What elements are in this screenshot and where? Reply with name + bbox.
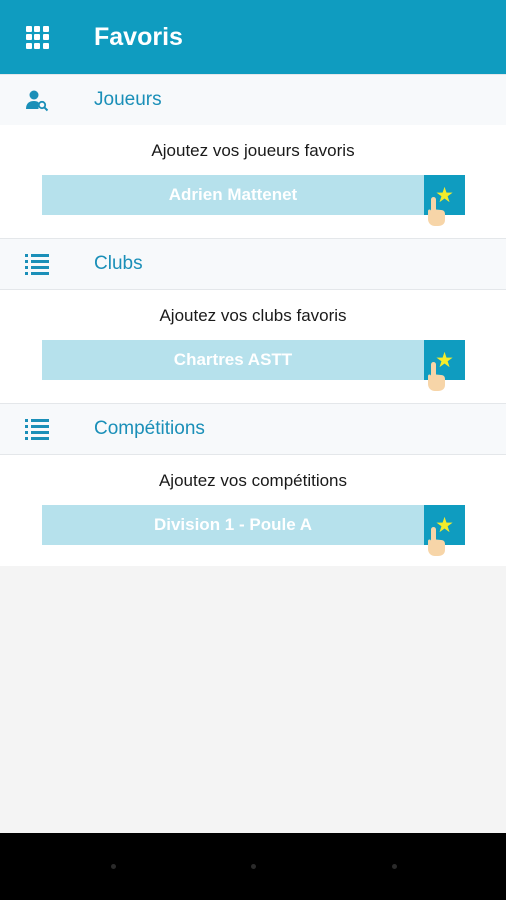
section-body-competitions: Ajoutez vos compétitions Division 1 - Po… <box>0 455 506 568</box>
section-subtitle: Ajoutez vos joueurs favoris <box>151 141 355 160</box>
recents-button[interactable] <box>392 864 397 869</box>
empty-area <box>0 566 506 833</box>
pointing-hand-icon <box>428 362 445 391</box>
favorite-example-name: Chartres ASTT <box>173 350 293 369</box>
home-button[interactable] <box>251 864 256 869</box>
section-subtitle: Ajoutez vos clubs favoris <box>159 306 347 325</box>
section-title: Joueurs <box>94 89 162 110</box>
section-header-joueurs[interactable]: Joueurs <box>0 74 506 126</box>
system-nav-bar <box>0 833 506 900</box>
section-title: Clubs <box>94 253 143 274</box>
favorite-example-bar[interactable]: Adrien Mattenet <box>42 175 424 215</box>
list-icon <box>0 403 74 455</box>
section-body-clubs: Ajoutez vos clubs favoris Chartres ASTT … <box>0 290 506 403</box>
favorite-example-bar[interactable]: Division 1 - Poule A <box>42 505 424 545</box>
favorite-example-name: Division 1 - Poule A <box>153 515 313 534</box>
section-title: Compétitions <box>94 418 205 439</box>
section-header-clubs[interactable]: Clubs <box>0 238 506 290</box>
page-title: Favoris <box>94 22 183 51</box>
pointing-hand-icon <box>428 197 445 226</box>
section-header-competitions[interactable]: Compétitions <box>0 403 506 455</box>
list-icon <box>0 238 74 290</box>
menu-button[interactable] <box>0 0 74 74</box>
back-button[interactable] <box>111 864 116 869</box>
pointing-hand-icon <box>428 527 445 556</box>
app-bar: Favoris <box>0 0 506 74</box>
apps-grid-icon <box>25 25 49 49</box>
section-body-joueurs: Ajoutez vos joueurs favoris Adrien Matte… <box>0 125 506 238</box>
section-subtitle: Ajoutez vos compétitions <box>158 471 348 490</box>
player-search-icon <box>0 74 74 126</box>
favorite-example-name: Adrien Mattenet <box>168 185 298 204</box>
favorite-example-bar[interactable]: Chartres ASTT <box>42 340 424 380</box>
